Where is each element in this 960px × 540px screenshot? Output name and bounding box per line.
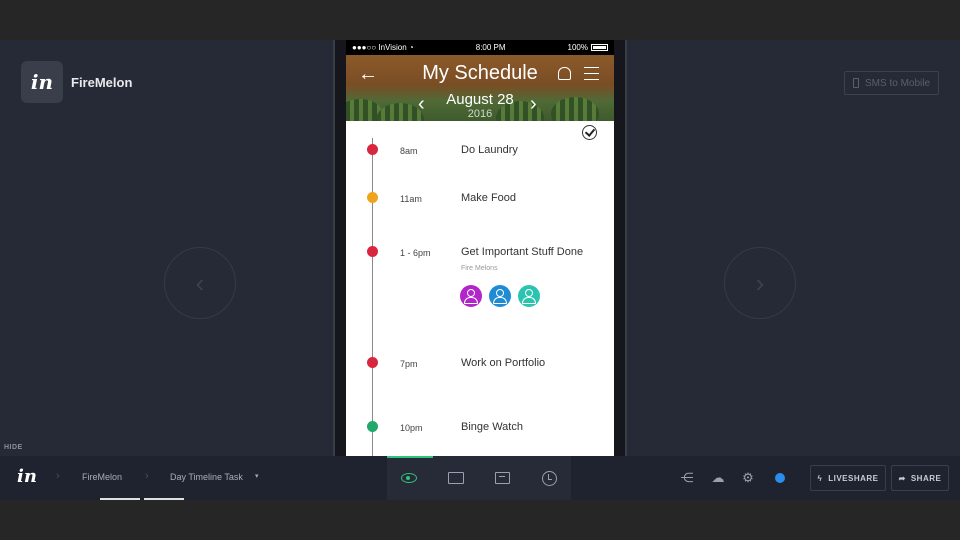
phone-screen: ●●●○○ InVision ◔ 8:00 PM 100% ← My Sched… (346, 40, 614, 456)
timeline-line (372, 138, 373, 456)
check-circle-icon[interactable] (582, 125, 597, 140)
caret-down-icon[interactable]: ▾ (255, 472, 259, 480)
preview-mode-button[interactable] (399, 468, 419, 488)
timeline-task-subtitle: Fire Melons (461, 265, 498, 272)
chevron-right-icon: › (145, 470, 149, 482)
comment-mode-button[interactable] (492, 468, 512, 488)
bell-icon[interactable] (558, 67, 571, 80)
build-mode-button[interactable] (446, 468, 466, 488)
cloud-upload-icon[interactable]: ☁ (710, 470, 726, 486)
hamburger-menu-icon[interactable] (584, 67, 599, 80)
timeline-task: Work on Portfolio (461, 357, 546, 369)
hotspot-icon (448, 472, 464, 484)
sms-to-mobile-button[interactable]: SMS to Mobile (844, 71, 939, 95)
timeline-time: 7pm (400, 359, 418, 369)
gear-icon[interactable]: ⚙ (740, 470, 756, 486)
sms-button-label: SMS to Mobile (865, 77, 931, 89)
liveshare-label: LIVESHARE (828, 473, 879, 483)
lightning-icon: ϟ (817, 473, 823, 483)
timeline-task: Binge Watch (461, 421, 523, 433)
page-title: My Schedule (422, 62, 538, 84)
share-nodes-icon[interactable]: ⋲ (679, 470, 695, 486)
invision-logo-icon[interactable]: in (17, 466, 37, 487)
clock-icon (541, 470, 557, 486)
timeline-time: 8am (400, 146, 418, 156)
share-label: SHARE (910, 473, 942, 483)
presence-indicator[interactable] (775, 473, 785, 483)
timeline-time: 10pm (400, 423, 423, 433)
current-date: August 28 (446, 91, 514, 108)
user-icon-body (522, 297, 536, 304)
history-mode-button[interactable] (539, 468, 559, 488)
bottom-toolbar: in › FireMelon › Day Timeline Task ▾ ⋲ ☁… (0, 456, 960, 500)
project-name: FireMelon (71, 74, 133, 90)
avatar[interactable] (518, 285, 540, 307)
project-brand[interactable]: in FireMelon (21, 61, 132, 103)
timeline-task: Do Laundry (461, 144, 518, 156)
timeline-dot (367, 357, 378, 368)
preview-stage: in FireMelon SMS to Mobile ‹ › HIDE ●●●○… (0, 40, 960, 456)
timeline-dot (367, 246, 378, 257)
carrier-signal: ●●●○○ InVision ◔ (352, 43, 414, 52)
phone-status-bar: ●●●○○ InVision ◔ 8:00 PM 100% (346, 40, 614, 55)
timeline-task: Make Food (461, 192, 517, 204)
avatar[interactable] (489, 285, 511, 307)
chevron-right-icon: › (755, 267, 765, 298)
phone-icon (853, 78, 859, 88)
battery-icon (591, 44, 608, 52)
timeline-dot (367, 192, 378, 203)
share-arrow-icon: ➦ (898, 473, 906, 483)
battery-percent: 100% (567, 43, 588, 52)
invision-preview: in FireMelon SMS to Mobile ‹ › HIDE ●●●○… (0, 0, 960, 540)
schedule-header: ← My Schedule ‹ August 28 › 2016 (346, 55, 614, 121)
current-year: 2016 (467, 108, 493, 120)
avatar[interactable] (460, 285, 482, 307)
previous-screen-button[interactable]: ‹ (164, 247, 236, 319)
user-icon-body (464, 297, 478, 304)
timeline-dot (367, 144, 378, 155)
top-letterbox (0, 0, 960, 40)
chevron-right-icon: › (56, 470, 60, 482)
bottom-letterbox (0, 500, 960, 540)
user-icon (525, 289, 533, 297)
user-icon (467, 289, 475, 297)
status-time: 8:00 PM (475, 43, 506, 52)
next-screen-button[interactable]: › (724, 247, 796, 319)
invision-logo-icon: in (21, 61, 63, 103)
hide-toolbar-link[interactable]: HIDE (4, 444, 23, 451)
share-button[interactable]: ➦ SHARE (891, 465, 949, 491)
timeline-dot (367, 421, 378, 432)
battery-status: 100% (568, 43, 608, 52)
breadcrumb-screen[interactable]: Day Timeline Task (170, 472, 243, 482)
breadcrumb-project[interactable]: FireMelon (82, 472, 122, 482)
user-icon-body (493, 297, 507, 304)
timeline-time: 11am (400, 194, 422, 204)
timeline-time: 1 - 6pm (400, 248, 431, 258)
eye-icon (401, 473, 417, 483)
liveshare-button[interactable]: ϟ LIVESHARE (810, 465, 886, 491)
user-icon (496, 289, 504, 297)
chevron-left-icon: ‹ (195, 267, 205, 298)
active-mode-indicator (387, 456, 433, 458)
timeline-task: Get Important Stuff Done (461, 246, 584, 258)
comment-icon (494, 472, 510, 484)
